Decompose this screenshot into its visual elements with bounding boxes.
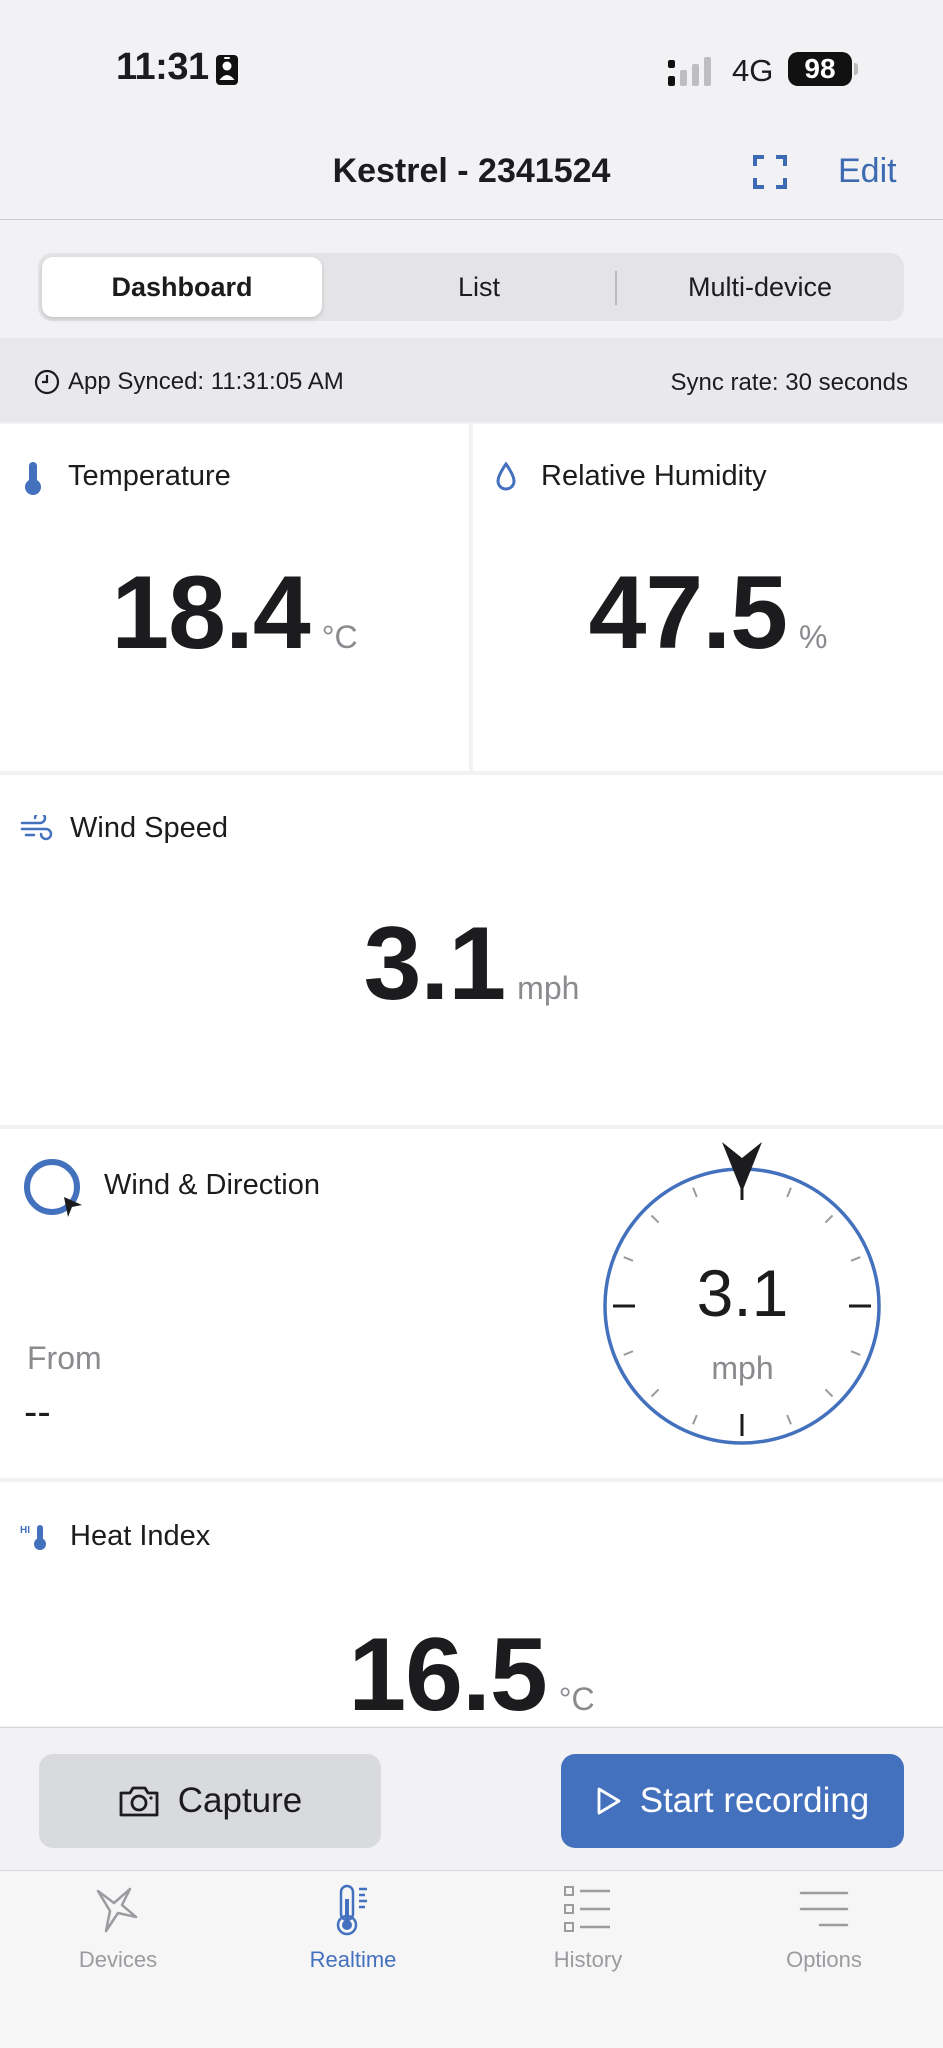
- heat-index-reading: 16.5 °C: [0, 1616, 943, 1726]
- segment-dashboard[interactable]: Dashboard: [42, 257, 322, 317]
- menu-icon: [799, 1891, 849, 1927]
- wind-speed-value: 3.1: [363, 906, 507, 1022]
- network-type: 4G: [732, 53, 774, 88]
- temperature-label: Temperature: [68, 460, 231, 492]
- thermometer-icon: [336, 1884, 367, 1936]
- tab-options[interactable]: Options: [706, 1883, 942, 1973]
- svg-text:HI: HI: [20, 1525, 30, 1536]
- clock-icon: [34, 369, 60, 395]
- humidity-tile[interactable]: Relative Humidity 47.5 %: [473, 424, 943, 771]
- battery-level: 98: [788, 52, 852, 86]
- heat-index-tile[interactable]: HI Heat Index 16.5 °C: [0, 1482, 943, 1726]
- tab-devices[interactable]: Devices: [0, 1883, 236, 1973]
- tab-history-label: History: [553, 1947, 623, 1972]
- segment-list[interactable]: List: [364, 257, 594, 317]
- status-time: 11:31: [116, 46, 209, 88]
- tab-options-label: Options: [786, 1947, 862, 1972]
- wind-icon: [20, 815, 53, 841]
- humidity-label: Relative Humidity: [541, 460, 767, 492]
- segment-divider: [615, 271, 617, 305]
- thermometer-icon: [25, 462, 41, 495]
- humidity-unit: %: [798, 619, 828, 655]
- page-title: Kestrel - 2341524: [332, 152, 611, 190]
- tab-bar: Devices Realtime History Options: [0, 1870, 943, 2048]
- tab-devices-label: Devices: [78, 1947, 158, 1972]
- battery-tip: [854, 63, 858, 75]
- wind-speed-unit: mph: [517, 970, 580, 1006]
- sync-status-bar: App Synced: 11:31:05 AM Sync rate: 30 se…: [0, 338, 943, 422]
- humidity-value: 47.5: [588, 555, 788, 671]
- compass-speed-unit: mph: [711, 1350, 774, 1386]
- heat-index-unit: °C: [558, 1681, 595, 1717]
- wind-speed-label: Wind Speed: [70, 812, 228, 844]
- temperature-value: 18.4: [111, 555, 310, 671]
- camera-icon: [119, 1786, 159, 1817]
- navigation-bar: Kestrel - 2341524 Edit: [0, 130, 943, 220]
- temperature-tile[interactable]: Temperature 18.4 °C: [0, 424, 469, 771]
- start-recording-label: Start recording: [639, 1781, 870, 1820]
- app-synced-text: App Synced: 11:31:05 AM: [68, 368, 344, 395]
- temperature-reading: 18.4 °C: [0, 554, 469, 673]
- view-segmented-control: Dashboard List Multi-device: [38, 253, 904, 321]
- temperature-unit: °C: [321, 619, 358, 655]
- heat-index-value: 16.5: [348, 1617, 547, 1726]
- droplet-icon: [496, 462, 516, 491]
- wind-from-value: --: [24, 1390, 51, 1434]
- sync-rate: Sync rate: 30 seconds: [670, 369, 908, 396]
- play-icon: [597, 1787, 621, 1815]
- tab-history[interactable]: History: [470, 1883, 706, 1973]
- start-recording-button[interactable]: Start recording: [561, 1754, 904, 1848]
- app-synced: App Synced: 11:31:05 AM: [34, 368, 344, 396]
- status-bar: 11:31 4G 98: [0, 0, 943, 130]
- tab-realtime[interactable]: Realtime: [235, 1883, 471, 1973]
- segment-multi-device[interactable]: Multi-device: [620, 257, 900, 317]
- wind-speed-tile[interactable]: Wind Speed 3.1 mph: [0, 775, 943, 1125]
- compass-ring-icon: [24, 1159, 82, 1217]
- signal-icon: [668, 57, 711, 86]
- list-icon: [564, 1886, 610, 1932]
- edit-button[interactable]: Edit: [838, 152, 897, 191]
- humidity-reading: 47.5 %: [473, 554, 943, 673]
- tab-realtime-label: Realtime: [309, 1947, 397, 1972]
- compass-speed-value: 3.1: [696, 1256, 789, 1330]
- heat-index-icon: HI: [20, 1525, 46, 1550]
- action-bar: Capture Start recording: [0, 1727, 943, 1870]
- contact-card-icon: [216, 55, 238, 85]
- bird-icon: [96, 1887, 138, 1933]
- capture-label: Capture: [177, 1781, 303, 1820]
- capture-button[interactable]: Capture: [39, 1754, 381, 1848]
- wind-from-label: From: [27, 1340, 102, 1376]
- fullscreen-icon[interactable]: [752, 154, 788, 190]
- wind-direction-label: Wind & Direction: [104, 1169, 320, 1201]
- wind-speed-reading: 3.1 mph: [0, 905, 943, 1024]
- heat-index-label: Heat Index: [70, 1520, 211, 1552]
